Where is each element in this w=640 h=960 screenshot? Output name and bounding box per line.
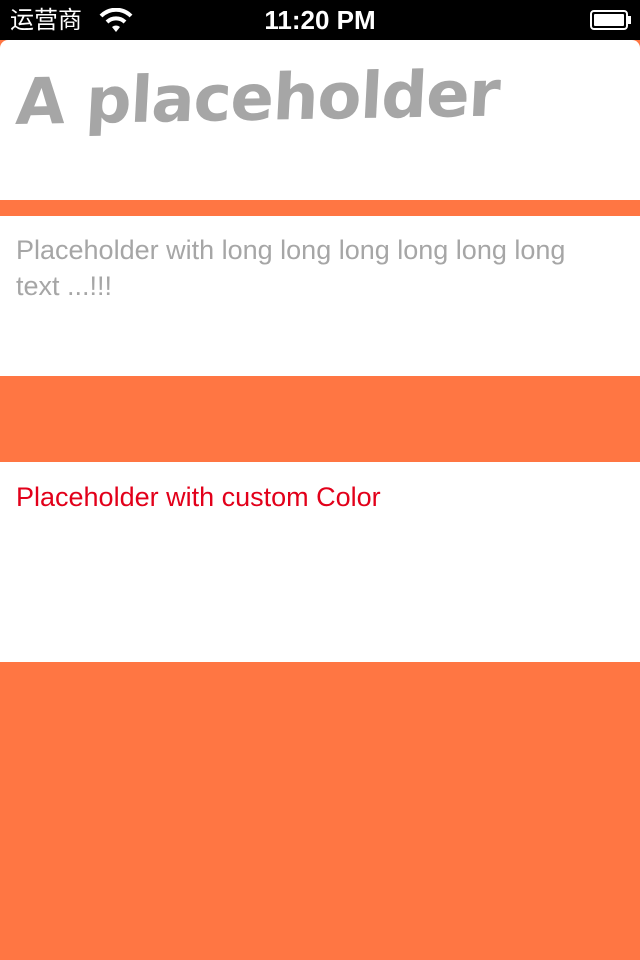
- placeholder-text-custom-color: Placeholder with custom Color: [16, 482, 381, 512]
- status-time: 11:20 PM: [264, 5, 376, 35]
- placeholder-text-large: A placeholder: [14, 57, 502, 141]
- placeholder-text-long: Placeholder with long long long long lon…: [16, 235, 566, 301]
- status-bar: 运营商 11:20 PM: [0, 0, 640, 40]
- battery-icon: [590, 10, 631, 30]
